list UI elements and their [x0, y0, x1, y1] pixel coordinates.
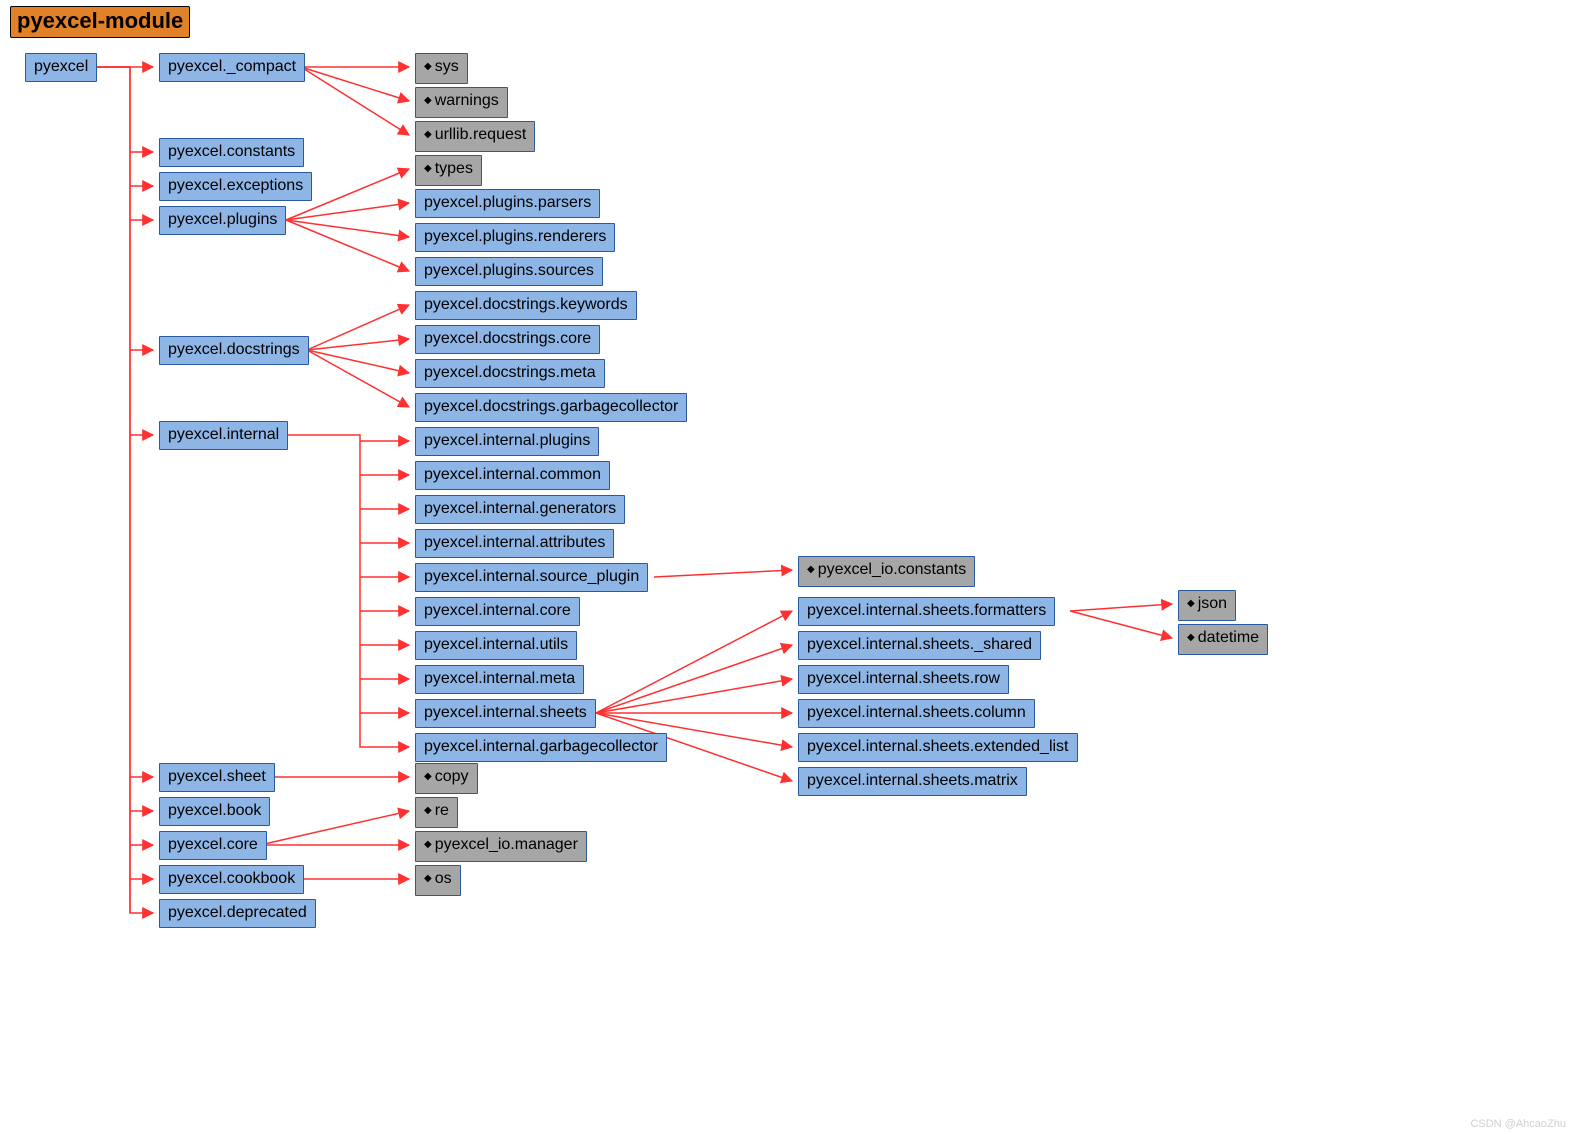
- node-int_gc: pyexcel.internal.garbagecollector: [415, 733, 667, 762]
- node-int_utils: pyexcel.internal.utils: [415, 631, 577, 660]
- diagram-title: pyexcel-module: [10, 6, 190, 38]
- node-doc_keywords: pyexcel.docstrings.keywords: [415, 291, 637, 320]
- node-int_source: pyexcel.internal.source_plugin: [415, 563, 648, 592]
- node-sh_matrix: pyexcel.internal.sheets.matrix: [798, 767, 1027, 796]
- node-int_generators: pyexcel.internal.generators: [415, 495, 625, 524]
- node-warnings: warnings: [415, 87, 508, 118]
- node-sh_formatters: pyexcel.internal.sheets.formatters: [798, 597, 1055, 626]
- node-sheet: pyexcel.sheet: [159, 763, 275, 792]
- node-urllib: urllib.request: [415, 121, 535, 152]
- node-int_sheets: pyexcel.internal.sheets: [415, 699, 596, 728]
- node-types: types: [415, 155, 482, 186]
- node-docstrings: pyexcel.docstrings: [159, 336, 309, 365]
- node-os: os: [415, 865, 461, 896]
- node-int_meta: pyexcel.internal.meta: [415, 665, 584, 694]
- node-json: json: [1178, 590, 1236, 621]
- node-sh_column: pyexcel.internal.sheets.column: [798, 699, 1035, 728]
- node-sh_shared: pyexcel.internal.sheets._shared: [798, 631, 1041, 660]
- node-book: pyexcel.book: [159, 797, 270, 826]
- node-plugins_parsers: pyexcel.plugins.parsers: [415, 189, 600, 218]
- node-int_common: pyexcel.internal.common: [415, 461, 610, 490]
- node-re: re: [415, 797, 458, 828]
- node-constants: pyexcel.constants: [159, 138, 304, 167]
- node-cookbook: pyexcel.cookbook: [159, 865, 304, 894]
- node-compact: pyexcel._compact: [159, 53, 305, 82]
- node-exceptions: pyexcel.exceptions: [159, 172, 312, 201]
- node-copy: copy: [415, 763, 478, 794]
- node-plugins_sources: pyexcel.plugins.sources: [415, 257, 603, 286]
- node-core: pyexcel.core: [159, 831, 267, 860]
- node-internal: pyexcel.internal: [159, 421, 288, 450]
- node-deprecated: pyexcel.deprecated: [159, 899, 316, 928]
- node-doc_core: pyexcel.docstrings.core: [415, 325, 600, 354]
- node-io_mgr: pyexcel_io.manager: [415, 831, 587, 862]
- node-plugins: pyexcel.plugins: [159, 206, 286, 235]
- node-plugins_renderers: pyexcel.plugins.renderers: [415, 223, 615, 252]
- node-sys: sys: [415, 53, 468, 84]
- node-sh_ext: pyexcel.internal.sheets.extended_list: [798, 733, 1078, 762]
- node-doc_meta: pyexcel.docstrings.meta: [415, 359, 605, 388]
- node-int_plugins: pyexcel.internal.plugins: [415, 427, 599, 456]
- node-int_attributes: pyexcel.internal.attributes: [415, 529, 614, 558]
- node-datetime: datetime: [1178, 624, 1268, 655]
- node-io_const: pyexcel_io.constants: [798, 556, 975, 587]
- node-root: pyexcel: [25, 53, 97, 82]
- watermark: CSDN @AhcaoZhu: [1470, 1118, 1566, 1130]
- node-doc_gc: pyexcel.docstrings.garbagecollector: [415, 393, 687, 422]
- node-int_core: pyexcel.internal.core: [415, 597, 580, 626]
- node-sh_row: pyexcel.internal.sheets.row: [798, 665, 1009, 694]
